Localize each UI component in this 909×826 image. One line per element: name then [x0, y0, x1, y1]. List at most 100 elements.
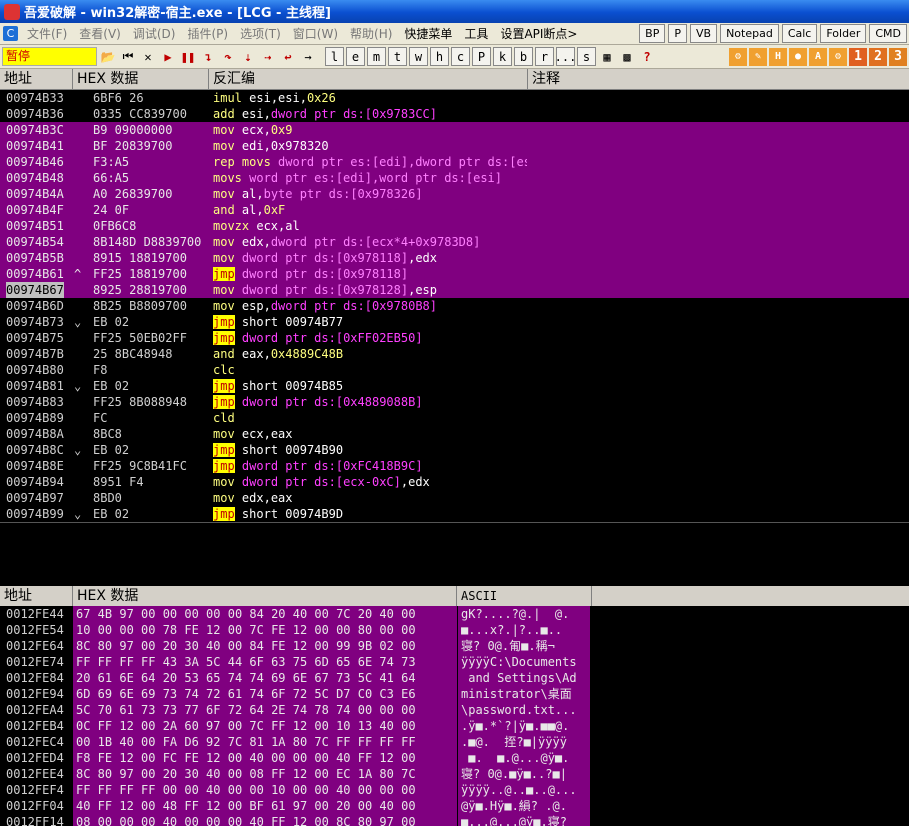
options-icon[interactable]: ▩ [618, 48, 636, 66]
number-button[interactable]: 3 [889, 47, 907, 66]
disasm-row[interactable]: 00974B8E FF25 9C8B41FC jmp dword ptr ds:[0… [0, 458, 909, 474]
window-button[interactable]: e [346, 47, 365, 66]
hbp-icon[interactable]: H [769, 47, 787, 66]
disasm-row[interactable]: 00974B4A A0 26839700 mov al,byte ptr ds:[0… [0, 186, 909, 202]
step-into-icon[interactable]: ↴ [199, 48, 217, 66]
dump-row[interactable]: 0012FEE4 8C 80 97 00 20 30 40 00 08 FF 12… [0, 766, 909, 782]
window-button[interactable]: l [325, 47, 344, 66]
menu-item[interactable]: 帮助(H) [344, 25, 398, 42]
disasm-column-header[interactable]: 反汇编 [209, 69, 528, 89]
menu-button-notepad[interactable]: Notepad [720, 24, 779, 43]
breakpoint-icon[interactable]: ● [789, 47, 807, 66]
window-button[interactable]: t [388, 47, 407, 66]
run-icon[interactable]: ▶ [159, 48, 177, 66]
disasm-row[interactable]: 00974B61 ^ FF25 18819700 jmp dword ptr ds:[… [0, 266, 909, 282]
menu-button-vb[interactable]: VB [689, 24, 718, 43]
disasm-row[interactable]: 00974B89 FC cld [0, 410, 909, 426]
disasm-row[interactable]: 00974B36 0335 CC839700 add esi,dword ptr d… [0, 106, 909, 122]
menu-item[interactable]: 查看(V) [73, 25, 127, 42]
dump-row[interactable]: 0012FF04 40 FF 12 00 48 FF 12 00 BF 61 97… [0, 798, 909, 814]
menu-item[interactable]: 选项(T) [234, 25, 287, 42]
menu-item[interactable]: 窗口(W) [287, 25, 344, 42]
disasm-row[interactable]: 00974B41 BF 20839700 mov edi,0x978320 [0, 138, 909, 154]
menu-button-calc[interactable]: Calc [781, 24, 818, 43]
window-button[interactable]: c [451, 47, 470, 66]
step-over-icon[interactable]: ↷ [219, 48, 237, 66]
grid-icon[interactable]: ▦ [598, 48, 616, 66]
rewind-icon[interactable]: ⏮ [119, 48, 137, 66]
help-icon[interactable]: ? [638, 48, 656, 66]
dump-row[interactable]: 0012FE64 8C 80 97 00 20 30 40 00 84 FE 12… [0, 638, 909, 654]
dump-hex-header[interactable]: HEX 数据 [73, 586, 457, 606]
close-icon[interactable]: ✕ [139, 48, 157, 66]
menu-button-bp[interactable]: BP [639, 24, 666, 43]
disasm-row[interactable]: 00974B48 66:A5 movs word ptr es:[edi],word… [0, 170, 909, 186]
disasm-row[interactable]: 00974B80 F8 clc [0, 362, 909, 378]
execute-till-return-icon[interactable]: ↩ [279, 48, 297, 66]
plugin-icon-2[interactable]: ✎ [749, 47, 767, 66]
trace-over-icon[interactable]: ⇢ [259, 48, 277, 66]
cpu-window-icon[interactable]: C [3, 26, 18, 41]
dump-row[interactable]: 0012FE44 67 4B 97 00 00 00 00 00 84 20 40… [0, 606, 909, 622]
disasm-row[interactable]: 00974B67 8925 28819700 mov dword ptr ds:[0… [0, 282, 909, 298]
number-button[interactable]: 2 [869, 47, 887, 66]
menu-button-folder[interactable]: Folder [820, 24, 867, 43]
disasm-row[interactable]: 00974B81 ⌄ EB 02 jmp short 00974B85 [0, 378, 909, 394]
window-button[interactable]: k [493, 47, 512, 66]
pause-icon[interactable]: ❚❚ [179, 48, 197, 66]
window-button[interactable]: m [367, 47, 386, 66]
dump-row[interactable]: 0012FEC4 00 1B 40 00 FA D6 92 7C 81 1A 80… [0, 734, 909, 750]
disasm-row[interactable]: 00974B46 F3:A5 rep movs dword ptr es:[edi]… [0, 154, 909, 170]
number-button[interactable]: 1 [849, 47, 867, 66]
dump-row[interactable]: 0012FF14 08 00 00 00 40 00 00 00 40 FF 12… [0, 814, 909, 826]
disasm-row[interactable]: 00974B6D 8B25 B8809700 mov esp,dword ptr d… [0, 298, 909, 314]
window-button[interactable]: h [430, 47, 449, 66]
disasm-row[interactable]: 00974B8C ⌄ EB 02 jmp short 00974B90 [0, 442, 909, 458]
comment-column-header[interactable]: 注释 [528, 69, 909, 89]
disasm-row[interactable]: 00974B54 8B148D D8839700 mov edx,dword ptr… [0, 234, 909, 250]
menu-item[interactable]: 插件(P) [181, 25, 234, 42]
dump-ascii-header[interactable]: ASCII [457, 586, 592, 606]
dump-row[interactable]: 0012FE94 6D 69 6E 69 73 74 72 61 74 6F 72… [0, 686, 909, 702]
plugin-icon-1[interactable]: ⚙ [729, 47, 747, 66]
disasm-row[interactable]: 00974B4F 24 0F and al,0xF [0, 202, 909, 218]
window-button[interactable]: r [535, 47, 554, 66]
dump-row[interactable]: 0012FE54 10 00 00 00 78 FE 12 00 7C FE 12… [0, 622, 909, 638]
disasm-row[interactable]: 00974B8A 8BC8 mov ecx,eax [0, 426, 909, 442]
disassembly-pane[interactable]: 00974B33 6BF6 26 imul esi,esi,0x26 00974B36… [0, 90, 909, 522]
trace-into-icon[interactable]: ⇣ [239, 48, 257, 66]
dump-row[interactable]: 0012FE74 FF FF FF FF 43 3A 5C 44 6F 63 75… [0, 654, 909, 670]
menu-item[interactable]: 设置API断点> [494, 25, 583, 42]
disasm-row[interactable]: 00974B33 6BF6 26 imul esi,esi,0x26 [0, 90, 909, 106]
disasm-row[interactable]: 00974B83 FF25 8B088948 jmp dword ptr ds:[0… [0, 394, 909, 410]
dump-row[interactable]: 0012FEA4 5C 70 61 73 73 77 6F 72 64 2E 74… [0, 702, 909, 718]
disasm-row[interactable]: 00974B97 8BD0 mov edx,eax [0, 490, 909, 506]
menu-item[interactable]: 工具 [458, 25, 494, 42]
dump-addr-header[interactable]: 地址 [0, 586, 73, 606]
dump-row[interactable]: 0012FED4 F8 FE 12 00 FC FE 12 00 40 00 00… [0, 750, 909, 766]
disasm-row[interactable]: 00974B94 8951 F4 mov dword ptr ds:[ecx-0xC… [0, 474, 909, 490]
menu-item[interactable]: 快捷菜单 [398, 25, 458, 42]
window-button[interactable]: P [472, 47, 491, 66]
asm-icon[interactable]: A [809, 47, 827, 66]
window-button[interactable]: ... [555, 47, 576, 66]
settings-icon[interactable]: ⚙ [829, 47, 847, 66]
dump-row[interactable]: 0012FE84 20 61 6E 64 20 53 65 74 74 69 6E… [0, 670, 909, 686]
goto-icon[interactable]: → [299, 48, 317, 66]
window-button[interactable]: b [514, 47, 533, 66]
disasm-row[interactable]: 00974B73 ⌄ EB 02 jmp short 00974B77 [0, 314, 909, 330]
open-icon[interactable]: 📂 [99, 48, 117, 66]
menu-button-cmd[interactable]: CMD [869, 24, 907, 43]
hex-column-header[interactable]: HEX 数据 [73, 69, 209, 89]
memory-dump-pane[interactable]: 0012FE44 67 4B 97 00 00 00 00 00 84 20 40… [0, 606, 909, 826]
disasm-row[interactable]: 00974B75 FF25 50EB02FF jmp dword ptr ds:[0… [0, 330, 909, 346]
disasm-row[interactable]: 00974B99 ⌄ EB 02 jmp short 00974B9D [0, 506, 909, 522]
addr-column-header[interactable]: 地址 [0, 69, 73, 89]
dump-row[interactable]: 0012FEF4 FF FF FF FF 00 00 40 00 00 10 00… [0, 782, 909, 798]
disasm-row[interactable]: 00974B5B 8915 18819700 mov dword ptr ds:[0… [0, 250, 909, 266]
menu-item[interactable]: 调试(D) [127, 25, 182, 42]
window-button[interactable]: w [409, 47, 428, 66]
dump-row[interactable]: 0012FEB4 0C FF 12 00 2A 60 97 00 7C FF 12… [0, 718, 909, 734]
menu-item[interactable]: 文件(F) [21, 25, 73, 42]
window-button[interactable]: s [577, 47, 596, 66]
